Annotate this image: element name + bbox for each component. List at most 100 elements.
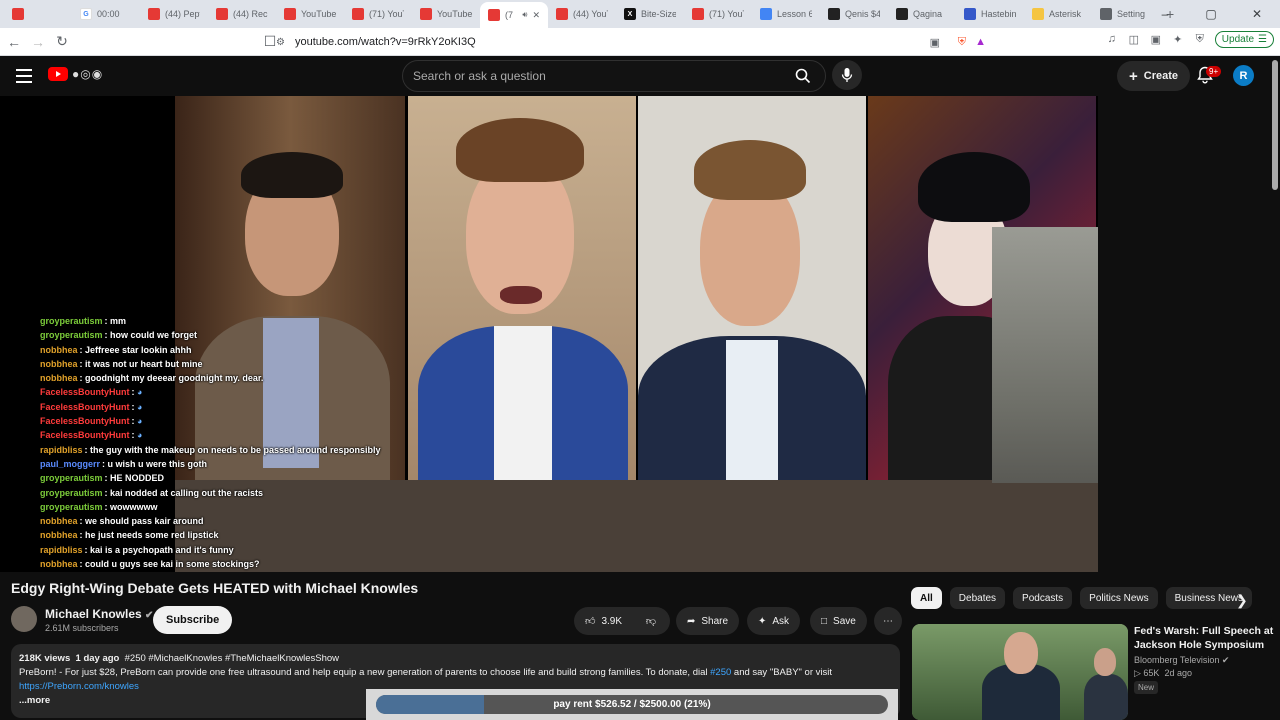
hashtags[interactable]: #250 #MichaelKnowles #TheMichaelKnowlesS… <box>125 653 339 664</box>
dislike-button[interactable]: 👎︎ <box>632 607 670 635</box>
site-favicon-icon: G <box>80 8 92 20</box>
back-icon[interactable]: ← <box>4 34 24 50</box>
forward-icon[interactable]: → <box>28 34 48 50</box>
browser-tab[interactable]: Asterisk <box>1024 2 1092 26</box>
browser-tab-strip: G 00:00 (44) Pepte (44) Recke YouTube (71) Yo… <box>0 0 1280 28</box>
browser-tab[interactable]: Qenis $4 <box>820 2 888 26</box>
chat-username: rapidbliss <box>40 544 83 555</box>
site-favicon-icon <box>896 8 908 20</box>
chat-username: FacelessBountyHunt <box>40 387 130 398</box>
channel-avatar[interactable] <box>11 606 37 632</box>
youtube-favicon-icon <box>148 8 160 20</box>
more-actions-button[interactable]: ⋯ <box>874 607 902 635</box>
browser-tab[interactable]: (71) YouT <box>684 2 752 26</box>
chat-text: could u guys see kai in some stockings? <box>85 559 260 570</box>
recommended-thumbnail[interactable] <box>912 624 1128 720</box>
goal-progress-bar: pay rent $526.52 / $2500.00 (21%) <box>376 695 888 714</box>
recommended-title[interactable]: Fed's Warsh: Full Speech at Jackson Hole… <box>1134 624 1274 652</box>
filter-chip[interactable]: All <box>911 587 942 609</box>
browser-tab[interactable]: (71) YouT <box>344 2 412 26</box>
save-button[interactable]: □ Save <box>810 607 867 635</box>
address-bar[interactable]: ⚙ youtube.com/watch?v=9rRkY2oKI3Q ▣ ⛨ ▲ <box>276 31 1028 53</box>
browser-tab-title: YouTube <box>437 9 472 19</box>
description-hashtag-link[interactable]: #250 <box>710 667 731 678</box>
donation-goal-overlay: pay rent $526.52 / $2500.00 (21%) <box>366 689 898 720</box>
browser-tab-title: Bite-Size <box>641 9 676 19</box>
share-button[interactable]: ➦ Share <box>676 607 740 635</box>
browser-tab[interactable]: YouTube <box>276 2 344 26</box>
chevron-right-icon[interactable]: ❯ <box>1236 592 1248 609</box>
search-input[interactable] <box>403 69 783 83</box>
create-button[interactable]: + Create <box>1117 61 1191 91</box>
brave-shield-icon[interactable]: ⛨ <box>958 36 966 49</box>
browser-tab[interactable]: (7 🔊︎ ✕ <box>480 2 548 28</box>
browser-tab-title: (7 <box>505 10 514 20</box>
browser-tab[interactable]: (44) YouT <box>548 2 616 26</box>
live-chat-overlay: groyperautism: mm groyperautism: how coul… <box>40 314 420 572</box>
chat-text: we should pass kair around <box>85 516 204 527</box>
filter-chip[interactable]: Politics News <box>1080 587 1158 609</box>
youtube-favicon-icon <box>556 8 568 20</box>
site-info-icon[interactable]: ⚙ <box>276 37 285 48</box>
filter-chip[interactable]: Podcasts <box>1013 587 1073 609</box>
youtube-favicon-icon <box>692 8 704 20</box>
chat-message: rapidbliss: kai is a psychopath and it's… <box>40 544 234 555</box>
recommended-meta: ▷ 65K 2d ago <box>1134 668 1192 678</box>
browser-tab[interactable]: Hastebin <box>956 2 1024 26</box>
hamburger-menu-icon[interactable] <box>16 69 32 83</box>
filter-chip[interactable]: Debates <box>949 587 1006 609</box>
browser-tab[interactable]: G 00:00 <box>72 2 140 26</box>
logo-doodle-icon: ●◎◉ <box>72 67 104 81</box>
install-icon[interactable]: ▣ <box>930 36 940 49</box>
chat-message: groyperautism: HE NODDED <box>40 473 165 484</box>
channel-name[interactable]: Michael Knowles ✔ <box>45 607 153 621</box>
subscribe-button[interactable]: Subscribe <box>153 606 233 634</box>
media-icon[interactable]: ♫ <box>1105 33 1119 47</box>
browser-tab[interactable]: Qagina <box>888 2 956 26</box>
recommended-channel[interactable]: Bloomberg Television ✔ <box>1134 655 1229 666</box>
chat-message: nobbhea: Jeffreee star lookin ahhh <box>40 344 192 355</box>
vpn-icon[interactable]: ⛨ <box>1193 33 1207 47</box>
brave-rewards-icon[interactable]: ▲ <box>975 36 986 48</box>
search-box[interactable] <box>402 60 826 92</box>
browser-tab[interactable]: (44) Recke <box>208 2 276 26</box>
browser-tab[interactable]: YouTube <box>412 2 480 26</box>
recommended-age: 2d ago <box>1164 668 1192 678</box>
chat-message: FacelessBountyHunt: ◕ <box>40 416 143 427</box>
voice-search-button[interactable] <box>832 60 862 90</box>
ai-icon[interactable]: ✦ <box>1171 33 1185 47</box>
browser-tab[interactable]: Lesson 6 <box>752 2 820 26</box>
share-label: Share <box>701 615 729 627</box>
browser-tab-title: (71) YouT <box>709 9 744 19</box>
chat-message: nobbhea: could u guys see kai in some st… <box>40 559 260 570</box>
browser-tab[interactable]: (44) Pepte <box>140 2 208 26</box>
recommended-views: 65K <box>1143 668 1160 678</box>
close-window-icon[interactable]: ✕ <box>1234 7 1280 21</box>
ask-button[interactable]: ✦ Ask <box>747 607 801 635</box>
verified-icon: ✔ <box>1221 655 1230 665</box>
video-player[interactable]: groyperautism: mm groyperautism: how coul… <box>0 96 1098 572</box>
maximize-icon[interactable]: ▢ <box>1188 7 1234 21</box>
browser-tab[interactable]: X Bite-Size <box>616 2 684 26</box>
account-avatar[interactable]: R <box>1233 65 1254 86</box>
browser-tab-title: (44) Pepte <box>165 9 200 19</box>
minimize-icon[interactable]: – <box>1142 7 1188 21</box>
browser-tab-title: Qagina <box>913 9 943 19</box>
reload-icon[interactable]: ↻ <box>52 33 72 50</box>
chat-username: FacelessBountyHunt <box>40 401 130 412</box>
youtube-logo[interactable]: ●◎◉ <box>48 67 103 81</box>
browser-toolbar: ← → ↻ ☐ ⚙ youtube.com/watch?v=9rRkY2oKI3… <box>0 28 1280 56</box>
wallet-icon[interactable]: ▣ <box>1149 33 1163 47</box>
like-button[interactable]: 👍︎ 3.9K <box>574 607 632 635</box>
browser-tab[interactable] <box>4 2 72 26</box>
close-tab-icon[interactable]: ✕ <box>532 10 540 21</box>
chat-username: nobbhea <box>40 373 78 384</box>
browser-tab-title: (71) YouT <box>369 9 404 19</box>
search-button[interactable] <box>781 60 825 92</box>
youtube-favicon-icon <box>420 8 432 20</box>
sidebar-icon[interactable]: ◫ <box>1127 33 1141 47</box>
update-label: Update <box>1221 34 1255 45</box>
update-button[interactable]: Update ☰ <box>1214 31 1274 48</box>
page-scrollbar[interactable] <box>1272 60 1278 190</box>
chat-text: how could we forget <box>110 330 198 341</box>
